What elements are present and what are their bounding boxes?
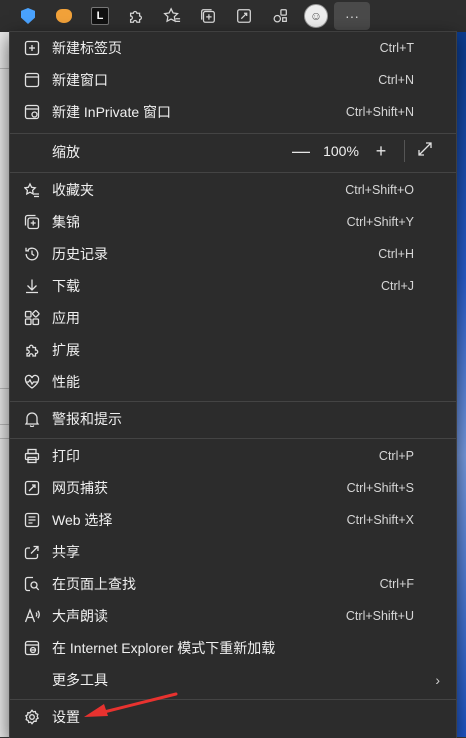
menu-item-new-inprivate-window[interactable]: 新建 InPrivate 窗口 Ctrl+Shift+N bbox=[10, 96, 456, 128]
menu-item-more-tools[interactable]: 更多工具 › bbox=[10, 664, 456, 696]
extensions-icon bbox=[22, 340, 42, 360]
browser-toolbar: L ☺ ··· bbox=[0, 0, 466, 32]
menu-item-apps[interactable]: 应用 bbox=[10, 302, 456, 334]
menu-separator bbox=[10, 699, 456, 700]
new-tab-icon bbox=[22, 38, 42, 58]
gear-icon bbox=[22, 707, 42, 727]
menu-item-read-aloud[interactable]: 大声朗读 Ctrl+Shift+U bbox=[10, 600, 456, 632]
zoom-in-button[interactable]: + bbox=[370, 141, 392, 162]
print-icon bbox=[22, 446, 42, 466]
extension-l-icon[interactable]: L bbox=[82, 0, 118, 32]
menu-item-share[interactable]: 共享 bbox=[10, 536, 456, 568]
menu-separator bbox=[10, 438, 456, 439]
settings-and-more-button[interactable]: ··· bbox=[334, 2, 370, 30]
collections-icon[interactable] bbox=[190, 0, 226, 32]
download-icon bbox=[22, 276, 42, 296]
menu-item-web-select[interactable]: Web 选择 Ctrl+Shift+X bbox=[10, 504, 456, 536]
inprivate-icon bbox=[22, 102, 42, 122]
zoom-divider bbox=[404, 140, 405, 162]
menu-separator bbox=[10, 133, 456, 134]
ie-mode-icon bbox=[22, 638, 42, 658]
zoom-level: 100% bbox=[323, 143, 359, 159]
menu-item-zoom: 缩放 — 100% + bbox=[10, 135, 456, 169]
profile-avatar[interactable]: ☺ bbox=[298, 0, 334, 32]
menu-item-collections[interactable]: 集锦 Ctrl+Shift+Y bbox=[10, 206, 456, 238]
favorites-icon bbox=[22, 180, 42, 200]
menu-item-find-on-page[interactable]: 在页面上查找 Ctrl+F bbox=[10, 568, 456, 600]
menu-item-downloads[interactable]: 下载 Ctrl+J bbox=[10, 270, 456, 302]
zoom-controls: — 100% + bbox=[290, 135, 435, 167]
menu-item-reload-ie-mode[interactable]: 在 Internet Explorer 模式下重新加载 bbox=[10, 632, 456, 664]
menu-item-favorites[interactable]: 收藏夹 Ctrl+Shift+O bbox=[10, 174, 456, 206]
find-on-page-icon bbox=[22, 574, 42, 594]
collections-icon bbox=[22, 212, 42, 232]
menu-item-alerts-and-tips[interactable]: 警报和提示 bbox=[10, 403, 456, 435]
apps-icon bbox=[22, 308, 42, 328]
menu-item-settings[interactable]: 设置 bbox=[10, 701, 456, 733]
extension-fox-icon[interactable] bbox=[46, 0, 82, 32]
extension-shield-icon[interactable] bbox=[10, 0, 46, 32]
menu-item-new-window[interactable]: 新建窗口 Ctrl+N bbox=[10, 64, 456, 96]
extensions-puzzle-icon[interactable] bbox=[118, 0, 154, 32]
bell-icon bbox=[22, 409, 42, 429]
zoom-out-button[interactable]: — bbox=[290, 141, 312, 162]
settings-and-more-menu: 新建标签页 Ctrl+T 新建窗口 Ctrl+N 新建 InPrivate 窗口… bbox=[9, 31, 457, 738]
performance-heart-icon bbox=[22, 372, 42, 392]
menu-item-new-tab[interactable]: 新建标签页 Ctrl+T bbox=[10, 32, 456, 64]
menu-item-performance[interactable]: 性能 bbox=[10, 366, 456, 398]
menu-separator bbox=[10, 172, 456, 173]
web-capture-icon[interactable] bbox=[226, 0, 262, 32]
favorites-star-icon[interactable] bbox=[154, 0, 190, 32]
more-icon: ··· bbox=[345, 8, 359, 24]
share-icon bbox=[22, 542, 42, 562]
read-aloud-icon bbox=[22, 606, 42, 626]
history-icon bbox=[22, 244, 42, 264]
menu-item-history[interactable]: 历史记录 Ctrl+H bbox=[10, 238, 456, 270]
menu-item-web-capture[interactable]: 网页捕获 Ctrl+Shift+S bbox=[10, 472, 456, 504]
workspaces-icon[interactable] bbox=[262, 0, 298, 32]
fullscreen-icon[interactable] bbox=[415, 141, 435, 161]
menu-separator bbox=[10, 401, 456, 402]
menu-item-extensions[interactable]: 扩展 bbox=[10, 334, 456, 366]
new-window-icon bbox=[22, 70, 42, 90]
web-capture-icon bbox=[22, 478, 42, 498]
chevron-right-icon: › bbox=[435, 672, 440, 688]
menu-item-print[interactable]: 打印 Ctrl+P bbox=[10, 440, 456, 472]
web-select-icon bbox=[22, 510, 42, 530]
